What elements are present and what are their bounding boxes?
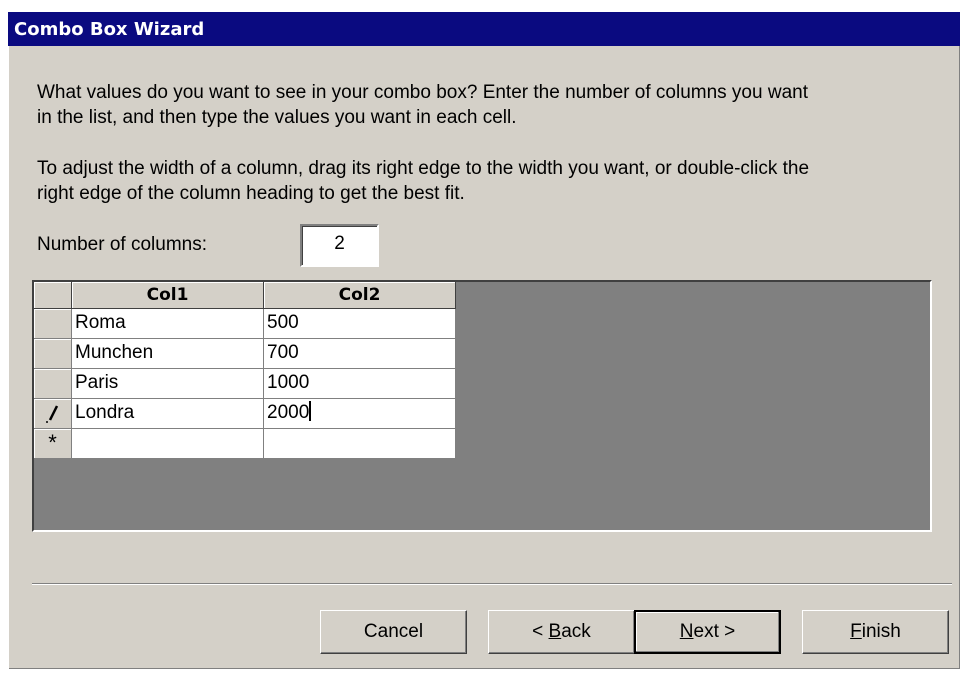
grid-cell-col2-editing[interactable]: 2000 — [264, 399, 456, 429]
text-caret — [309, 401, 312, 421]
grid-cell-col2[interactable]: 1000 — [264, 369, 456, 399]
cell-value: 2000 — [267, 402, 310, 423]
column-header-col2[interactable]: Col2 — [264, 282, 456, 309]
instruction-text-4: right edge of the column heading to get … — [37, 183, 465, 204]
pencil-icon — [45, 405, 58, 423]
finish-button[interactable]: Finish — [802, 610, 949, 654]
window-title: Combo Box Wizard — [14, 19, 205, 40]
row-selector[interactable] — [34, 339, 72, 369]
new-row-selector[interactable]: * — [34, 429, 72, 459]
back-label-rest: ack — [561, 621, 591, 642]
back-button[interactable]: < Back — [488, 610, 635, 654]
grid-cell-col1[interactable]: Londra — [72, 399, 264, 429]
row-selector-editing[interactable] — [34, 399, 72, 429]
finish-label-rest: inish — [861, 621, 901, 642]
cancel-button[interactable]: Cancel — [320, 610, 467, 654]
grid-cell-col1[interactable]: Paris — [72, 369, 264, 399]
instruction-text-2: in the list, and then type the values yo… — [37, 107, 517, 128]
grid-cell-new-col1[interactable] — [72, 429, 264, 459]
grid-cell-col1[interactable]: Roma — [72, 309, 264, 339]
row-selector[interactable] — [34, 309, 72, 339]
title-bar: Combo Box Wizard — [8, 12, 960, 46]
separator-highlight — [32, 584, 952, 585]
column-header-col1[interactable]: Col1 — [72, 282, 264, 309]
grid-corner[interactable] — [34, 282, 72, 309]
grid-cell-col2[interactable]: 500 — [264, 309, 456, 339]
back-prefix: < — [532, 621, 549, 642]
grid-cell-col1[interactable]: Munchen — [72, 339, 264, 369]
row-selector[interactable] — [34, 369, 72, 399]
next-button[interactable]: Next > — [634, 610, 781, 654]
instruction-text-1: What values do you want to see in your c… — [37, 82, 808, 103]
grid-cell-new-col2[interactable] — [264, 429, 456, 459]
instruction-text-3: To adjust the width of a column, drag it… — [37, 158, 810, 179]
columns-label: Number of columns: — [37, 234, 208, 255]
next-mnemonic: N — [679, 621, 694, 642]
columns-count-input[interactable]: 2 — [300, 224, 379, 267]
grid-cell-col2[interactable]: 700 — [264, 339, 456, 369]
next-label-rest: ext > — [693, 621, 736, 642]
back-mnemonic: B — [548, 621, 562, 642]
finish-mnemonic: F — [850, 621, 862, 642]
